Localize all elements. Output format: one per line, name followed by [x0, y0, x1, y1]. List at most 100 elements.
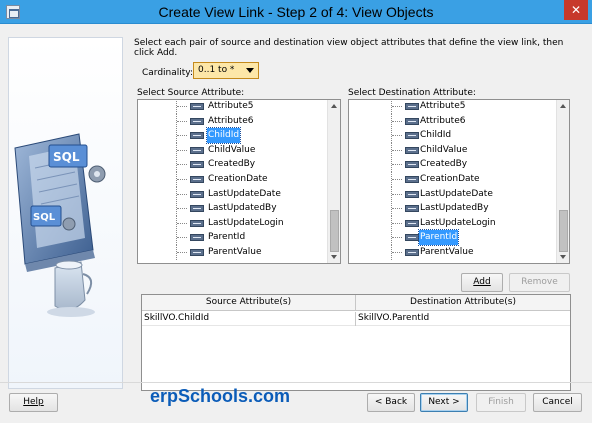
- scroll-up-icon[interactable]: [328, 100, 340, 112]
- attribute-label: CreationDate: [420, 173, 480, 184]
- footer-divider: [0, 382, 592, 383]
- tree-branch-line: [177, 120, 187, 122]
- sql-label-top: SQL: [53, 150, 80, 164]
- tree-branch-line: [392, 208, 402, 210]
- attribute-icon: [190, 146, 204, 154]
- attribute-icon: [405, 248, 419, 256]
- table-cell-source: SkillVO.ChildId: [142, 312, 356, 326]
- add-button[interactable]: Add: [461, 273, 503, 292]
- attribute-icon: [190, 234, 204, 242]
- finish-button[interactable]: Finish: [476, 393, 526, 412]
- attribute-icon: [405, 161, 419, 169]
- destination-scrollbar[interactable]: [556, 100, 569, 263]
- attribute-label: CreationDate: [208, 173, 268, 184]
- table-row[interactable]: SkillVO.ChildId SkillVO.ParentId: [142, 312, 570, 326]
- attribute-label: LastUpdateDate: [420, 188, 493, 199]
- attribute-icon: [190, 117, 204, 125]
- window-title: Create View Link - Step 2 of 4: View Obj…: [158, 4, 434, 20]
- destination-tree-item[interactable]: ChildId: [349, 128, 555, 144]
- close-button[interactable]: ✕: [564, 0, 588, 20]
- tree-branch-line: [392, 251, 402, 253]
- cardinality-select[interactable]: 0..1 to *: [193, 62, 259, 79]
- source-scrollbar[interactable]: [327, 100, 340, 263]
- attribute-label: LastUpdateDate: [208, 188, 281, 199]
- destination-tree-item[interactable]: Attribute5: [349, 100, 555, 114]
- source-attribute-tree[interactable]: Attribute5 Attribute6 ChildId ChildValue Cre…: [137, 99, 341, 264]
- scroll-thumb[interactable]: [330, 210, 339, 252]
- tree-branch-line: [177, 135, 187, 137]
- destination-tree-item[interactable]: LastUpdateDate: [349, 186, 555, 202]
- tree-branch-line: [392, 237, 402, 239]
- destination-tree-item[interactable]: LastUpdatedBy: [349, 201, 555, 217]
- tree-branch-line: [392, 193, 402, 195]
- source-tree-item[interactable]: ChildId: [138, 127, 326, 144]
- attribute-label: LastUpdatedBy: [208, 203, 277, 214]
- tree-branch-line: [177, 222, 187, 224]
- source-tree-item[interactable]: ChildValue: [138, 142, 326, 158]
- scroll-down-icon[interactable]: [557, 251, 569, 263]
- chevron-down-icon: [246, 68, 254, 73]
- destination-tree-item[interactable]: ChildValue: [349, 142, 555, 158]
- destination-tree-item[interactable]: Attribute6: [349, 113, 555, 129]
- source-attribute-label: Select Source Attribute:: [137, 88, 245, 98]
- tree-branch-line: [177, 251, 187, 253]
- attribute-icon: [405, 219, 419, 227]
- title-bar: Create View Link - Step 2 of 4: View Obj…: [0, 0, 592, 24]
- tree-branch-line: [392, 106, 402, 107]
- attribute-label: Attribute5: [420, 101, 466, 111]
- destination-tree-item[interactable]: CreatedBy: [349, 157, 555, 173]
- mapping-table-header: Source Attribute(s) Destination Attribut…: [142, 295, 570, 311]
- source-tree-item[interactable]: ParentValue: [138, 244, 326, 260]
- tree-branch-line: [177, 193, 187, 195]
- destination-tree-item[interactable]: LastUpdateLogin: [349, 215, 555, 231]
- back-button[interactable]: < Back: [367, 393, 415, 412]
- destination-attribute-items: Attribute5 Attribute6 ChildId ChildValue Cre…: [349, 100, 555, 260]
- instructions-text: Select each pair of source and destinati…: [134, 38, 564, 58]
- source-column-header[interactable]: Source Attribute(s): [142, 295, 356, 311]
- destination-column-header[interactable]: Destination Attribute(s): [356, 295, 570, 311]
- cardinality-label: Cardinality:: [142, 68, 194, 78]
- next-button-label: Next >: [428, 397, 460, 407]
- cancel-button[interactable]: Cancel: [533, 393, 582, 412]
- tree-branch-line: [177, 178, 187, 180]
- destination-tree-item[interactable]: ParentId: [349, 229, 555, 246]
- attribute-label: ParentId: [417, 229, 460, 246]
- scroll-thumb[interactable]: [559, 210, 568, 252]
- attribute-label: ChildId: [205, 127, 242, 144]
- destination-tree-item[interactable]: ParentValue: [349, 244, 555, 260]
- help-button[interactable]: Help: [9, 393, 58, 412]
- source-tree-item[interactable]: CreatedBy: [138, 157, 326, 173]
- tree-branch-line: [392, 149, 402, 151]
- attribute-icon: [405, 190, 419, 198]
- source-tree-item[interactable]: LastUpdatedBy: [138, 201, 326, 217]
- source-tree-item[interactable]: Attribute5: [138, 100, 326, 114]
- remove-button[interactable]: Remove: [509, 273, 570, 292]
- attribute-icon: [190, 161, 204, 169]
- scroll-down-icon[interactable]: [328, 251, 340, 263]
- source-tree-item[interactable]: LastUpdateLogin: [138, 215, 326, 231]
- source-tree-item[interactable]: Attribute6: [138, 113, 326, 129]
- add-button-label: Add: [473, 277, 491, 287]
- attribute-label: LastUpdateLogin: [420, 217, 496, 228]
- next-button[interactable]: Next >: [420, 393, 468, 412]
- cardinality-value: 0..1 to *: [198, 65, 235, 75]
- attribute-icon: [405, 175, 419, 183]
- attribute-icon: [190, 103, 204, 110]
- attribute-mapping-table[interactable]: Source Attribute(s) Destination Attribut…: [141, 294, 571, 391]
- attribute-icon: [405, 234, 419, 242]
- source-tree-item[interactable]: ParentId: [138, 230, 326, 246]
- illustration-graphic: SQL SQL: [14, 133, 106, 317]
- destination-attribute-tree[interactable]: Attribute5 Attribute6 ChildId ChildValue Cre…: [348, 99, 570, 264]
- back-button-label: < Back: [374, 397, 408, 407]
- finish-button-label: Finish: [488, 397, 514, 407]
- source-attribute-items: Attribute5 Attribute6 ChildId ChildValue Cre…: [138, 100, 326, 260]
- source-tree-item[interactable]: CreationDate: [138, 171, 326, 187]
- source-tree-item[interactable]: LastUpdateDate: [138, 186, 326, 202]
- tree-branch-line: [177, 164, 187, 166]
- attribute-label: ChildId: [420, 130, 452, 141]
- attribute-icon: [190, 205, 204, 213]
- scroll-up-icon[interactable]: [557, 100, 569, 112]
- attribute-label: Attribute6: [420, 115, 466, 126]
- attribute-label: LastUpdatedBy: [420, 203, 489, 214]
- destination-tree-item[interactable]: CreationDate: [349, 171, 555, 187]
